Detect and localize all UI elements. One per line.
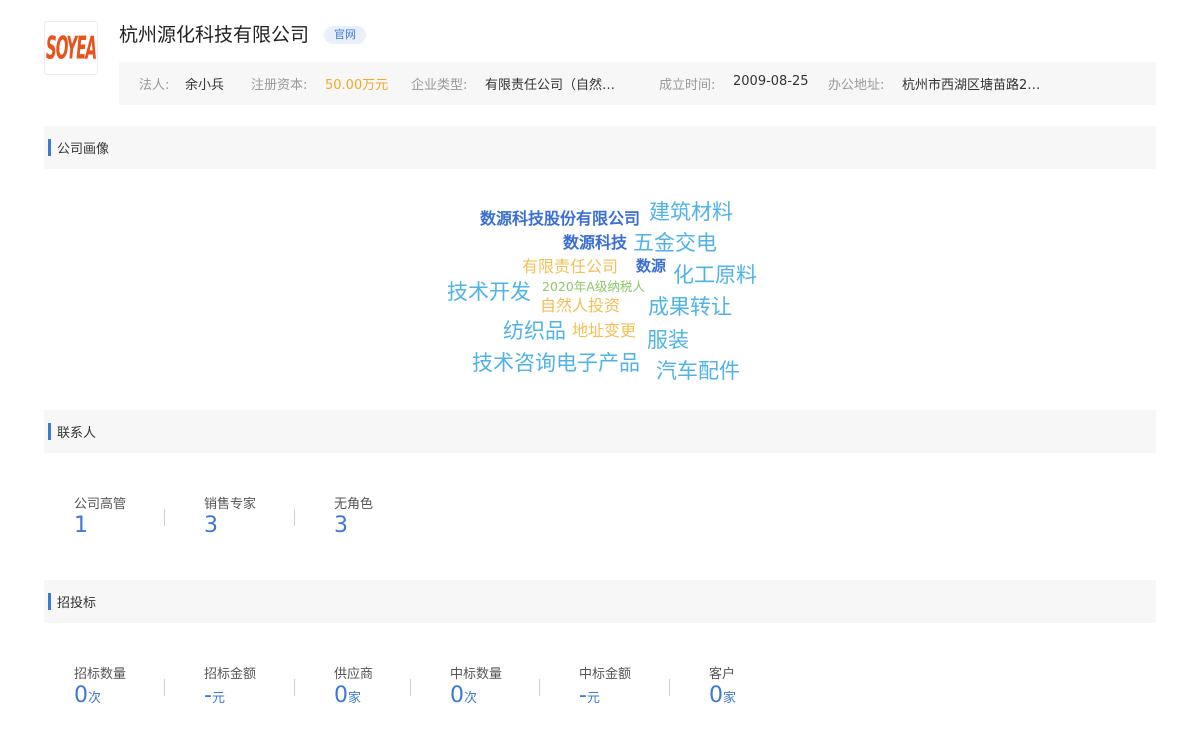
word-cloud-item: 五金交电 [633,231,717,255]
stat-unit: 家 [723,691,737,706]
contact-stat-executives[interactable]: 公司高管 1 [74,493,126,538]
section-bidding-header: 招投标 [44,580,1156,623]
contact-stat-sales[interactable]: 销售专家 3 [204,493,256,538]
section-contacts-title: 联系人 [57,426,97,441]
stat-label: 中标金额 [579,667,632,682]
capital-label: 注册资本: [251,78,308,93]
stat-unit: 次 [88,691,102,706]
founded-label: 成立时间: [659,78,716,93]
stat-divider [164,509,165,526]
stat-unit: 元 [586,691,600,706]
bidding-stat-win-count[interactable]: 中标数量 0次 [450,663,502,708]
stat-label: 无角色 [334,497,374,512]
word-cloud-item: 汽车配件 [656,359,740,383]
company-type-label: 企业类型: [411,78,468,93]
contact-stat-no-role[interactable]: 无角色 3 [334,493,373,538]
stat-number: - [579,683,587,708]
word-cloud-item: 技术开发 [447,280,531,304]
word-cloud-item: 2020年A级纳税人 [542,279,645,294]
stat-divider [539,679,540,696]
word-cloud-item: 有限责任公司 [522,257,619,276]
section-portrait-title: 公司画像 [57,142,110,157]
company-name: 杭州源化科技有限公司 [119,24,310,46]
company-info-bar: 法人: 余小兵 注册资本: 50.00万元 企业类型: 有限责任公司（自然… 成… [119,62,1156,105]
word-cloud-item: 地址变更 [572,321,637,340]
bidding-stat-suppliers[interactable]: 供应商 0家 [334,663,373,708]
section-accent-bar [48,593,51,610]
word-cloud-item: 服装 [647,328,689,352]
stat-value: 0次 [450,683,502,708]
stat-number: 0 [450,683,464,708]
word-cloud-item: 建筑材料 [649,200,733,224]
word-cloud-item: 化工原料 [673,263,757,287]
stat-label: 招标数量 [74,667,127,682]
stat-value: 1 [74,513,88,538]
word-cloud-item: 数源科技 [563,233,628,252]
stat-unit: 次 [464,691,478,706]
stat-number: - [204,683,212,708]
stat-number: 0 [334,683,348,708]
stat-value: 0家 [334,683,373,708]
section-accent-bar [48,139,51,156]
section-portrait-header: 公司画像 [44,126,1156,169]
bidding-stat-customers[interactable]: 客户 0家 [709,663,736,708]
stat-number: 0 [74,683,88,708]
legal-person-label: 法人: [139,78,170,93]
word-cloud-item: 技术咨询电子产品 [472,351,640,375]
address-value: 杭州市西湖区塘苗路2… [902,78,1041,93]
stat-divider [669,679,670,696]
company-logo: SOYEA [44,21,98,75]
stat-divider [164,679,165,696]
stat-divider [294,509,295,526]
stat-value: -元 [579,683,631,708]
stat-divider [294,679,295,696]
stat-label: 供应商 [334,667,374,682]
stat-label: 公司高管 [74,497,127,512]
word-cloud-item: 数源 [636,257,667,275]
stat-label: 中标数量 [450,667,503,682]
legal-person-value[interactable]: 余小兵 [185,74,224,93]
stat-label: 客户 [709,667,736,682]
company-type-value: 有限责任公司（自然… [485,78,616,93]
word-cloud-item: 自然人投资 [540,296,621,315]
stat-label: 招标金额 [204,667,257,682]
stat-label: 销售专家 [204,497,257,512]
stat-value: 3 [334,513,348,538]
bidding-stat-tender-amount[interactable]: 招标金额 -元 [204,663,256,708]
word-cloud-item: 数源科技股份有限公司 [480,209,641,228]
word-cloud-item: 纺织品 [503,319,566,343]
stat-value: 3 [204,513,218,538]
bidding-stat-win-amount[interactable]: 中标金额 -元 [579,663,631,708]
bidding-stat-tender-count[interactable]: 招标数量 0次 [74,663,126,708]
official-site-tag[interactable]: 官网 [324,26,366,44]
stat-divider [410,679,411,696]
logo-text: SOYEA [45,29,97,67]
stat-number: 0 [709,683,723,708]
founded-value: 2009-08-25 [733,74,809,89]
address-label: 办公地址: [828,78,885,93]
capital-value: 50.00万元 [325,78,389,93]
section-bidding-title: 招投标 [57,596,97,611]
stat-unit: 元 [211,691,225,706]
stat-value: 0家 [709,683,737,708]
stat-value: -元 [204,683,256,708]
section-accent-bar [48,423,51,440]
stat-unit: 家 [348,691,362,706]
section-contacts-header: 联系人 [44,410,1156,453]
stat-value: 0次 [74,683,126,708]
word-cloud-item: 成果转让 [648,295,732,319]
